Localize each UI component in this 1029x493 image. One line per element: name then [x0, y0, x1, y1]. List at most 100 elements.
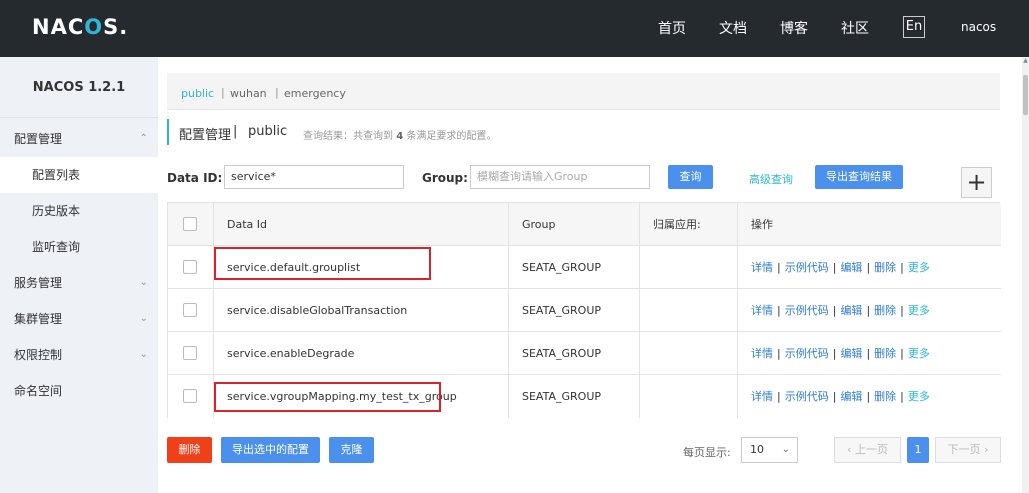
page-title: 配置管理	[179, 128, 232, 143]
page-size-select[interactable]: 10 ⌄	[741, 437, 798, 463]
export-selected-button[interactable]: 导出选中的配置	[221, 437, 320, 463]
page-scrollbar[interactable]: ▲	[1022, 57, 1029, 493]
scrollbar-thumb[interactable]	[1023, 75, 1028, 115]
nacos-logo[interactable]: NACOS.	[32, 15, 128, 39]
sidebar-item-label: 集群管理	[14, 312, 63, 326]
sidebar-item-config-list[interactable]: 配置列表	[0, 157, 158, 193]
table-row: service.enableDegrade SEATA_GROUP 详情 | 示例代…	[168, 332, 1001, 375]
more-link[interactable]: 更多	[908, 390, 930, 403]
row-app	[640, 332, 738, 375]
more-link[interactable]: 更多	[908, 347, 930, 360]
row-data-id: service.disableGlobalTransaction	[214, 289, 509, 332]
highlight-box	[214, 247, 431, 280]
sample-code-link[interactable]: 示例代码	[785, 261, 829, 274]
sidebar-item-namespace[interactable]: 命名空间	[0, 373, 158, 409]
header-app[interactable]: 归属应用:	[640, 203, 738, 246]
namespace-tab-public[interactable]: public	[181, 87, 214, 100]
edit-link[interactable]: 编辑	[840, 390, 862, 403]
delete-link[interactable]: 删除	[874, 261, 896, 274]
edit-link[interactable]: 编辑	[840, 304, 862, 317]
table-row: service.disableGlobalTransaction SEATA_G…	[168, 289, 1001, 332]
language-toggle-button[interactable]: En	[903, 16, 925, 38]
top-navbar: NACOS. 首页 文档 博客 社区 En nacos	[0, 0, 1029, 57]
header-data-id[interactable]: Data Id	[214, 203, 509, 246]
nav-community-link[interactable]: 社区	[841, 18, 869, 38]
nav-home-link[interactable]: 首页	[658, 18, 686, 38]
data-id-label: Data ID:	[167, 171, 223, 185]
group-label: Group:	[422, 171, 468, 185]
row-checkbox-cell	[168, 246, 214, 289]
namespace-tab-emergency[interactable]: emergency	[284, 87, 346, 100]
nav-blog-link[interactable]: 博客	[780, 18, 808, 38]
sample-code-link[interactable]: 示例代码	[785, 390, 829, 403]
row-app	[640, 246, 738, 289]
sidebar-item-service-management[interactable]: 服务管理 ⌄	[0, 265, 158, 301]
sidebar-item-label: 配置管理	[14, 132, 63, 146]
title-accent-bar	[167, 119, 169, 145]
detail-link[interactable]: 详情	[751, 390, 773, 403]
prev-page-button[interactable]: ‹ 上一页	[834, 437, 901, 463]
row-checkbox[interactable]	[183, 389, 197, 403]
row-group: SEATA_GROUP	[509, 375, 640, 418]
nav-docs-link[interactable]: 文档	[719, 18, 747, 38]
row-app	[640, 375, 738, 418]
advanced-query-link[interactable]: 高级查询	[749, 171, 793, 187]
row-group: SEATA_GROUP	[509, 332, 640, 375]
row-group: SEATA_GROUP	[509, 246, 640, 289]
detail-link[interactable]: 详情	[751, 261, 773, 274]
detail-link[interactable]: 详情	[751, 347, 773, 360]
query-result-summary: 查询结果：共查询到 4 条满足要求的配置。	[303, 131, 497, 142]
clone-button[interactable]: 克隆	[329, 437, 374, 463]
delete-link[interactable]: 删除	[874, 390, 896, 403]
sidebar-item-listener-query[interactable]: 监听查询	[0, 229, 158, 265]
next-page-button[interactable]: 下一页 ›	[935, 437, 1001, 463]
select-all-checkbox[interactable]	[183, 217, 197, 231]
row-group: SEATA_GROUP	[509, 289, 640, 332]
row-actions: 详情 | 示例代码 | 编辑 | 删除 | 更多	[751, 304, 930, 317]
namespace-bar: public | wuhan | emergency	[167, 73, 1000, 110]
query-button[interactable]: 查询	[668, 165, 713, 189]
edit-link[interactable]: 编辑	[840, 347, 862, 360]
sidebar-item-cluster-management[interactable]: 集群管理 ⌄	[0, 301, 158, 337]
sidebar-item-access-control[interactable]: 权限控制 ⌄	[0, 337, 158, 373]
delete-selected-button[interactable]: 删除	[167, 437, 212, 463]
row-checkbox-cell	[168, 332, 214, 375]
chevron-left-icon: ‹	[847, 443, 852, 456]
delete-link[interactable]: 删除	[874, 304, 896, 317]
edit-link[interactable]: 编辑	[840, 261, 862, 274]
title-separator: |	[233, 124, 238, 139]
header-actions: 操作	[751, 218, 773, 231]
sidebar-item-config-management[interactable]: 配置管理 ⌃	[0, 121, 158, 157]
page-number-1[interactable]: 1	[907, 437, 929, 463]
sample-code-link[interactable]: 示例代码	[785, 347, 829, 360]
chevron-down-icon: ⌄	[139, 277, 148, 288]
chevron-up-icon: ⌃	[139, 133, 148, 144]
chevron-down-icon: ⌄	[781, 444, 790, 455]
row-checkbox[interactable]	[183, 260, 197, 274]
row-checkbox[interactable]	[183, 346, 197, 360]
sidebar-item-history[interactable]: 历史版本	[0, 193, 158, 229]
export-results-button[interactable]: 导出查询结果	[815, 165, 903, 189]
detail-link[interactable]: 详情	[751, 304, 773, 317]
scroll-up-arrow-icon[interactable]: ▲	[1022, 57, 1029, 64]
row-actions: 详情 | 示例代码 | 编辑 | 删除 | 更多	[751, 261, 930, 274]
data-id-input[interactable]: service*	[224, 165, 404, 189]
sidebar-brand: NACOS 1.2.1	[0, 57, 158, 118]
row-app	[640, 289, 738, 332]
sidebar-item-label: 权限控制	[14, 348, 63, 362]
current-namespace: public	[248, 124, 288, 139]
sidebar-item-label: 服务管理	[14, 276, 63, 290]
group-input[interactable]: 模糊查询请输入Group	[470, 165, 650, 189]
header-group[interactable]: Group	[509, 203, 640, 246]
add-config-button[interactable]: +	[961, 167, 992, 198]
more-link[interactable]: 更多	[908, 261, 930, 274]
header-checkbox-cell	[168, 203, 214, 246]
row-checkbox-cell	[168, 375, 214, 418]
chevron-down-icon: ⌄	[139, 349, 148, 360]
sample-code-link[interactable]: 示例代码	[785, 304, 829, 317]
row-checkbox[interactable]	[183, 303, 197, 317]
delete-link[interactable]: 删除	[874, 347, 896, 360]
more-link[interactable]: 更多	[908, 304, 930, 317]
user-menu[interactable]: nacos	[961, 20, 996, 34]
namespace-tab-wuhan[interactable]: wuhan	[230, 87, 267, 100]
